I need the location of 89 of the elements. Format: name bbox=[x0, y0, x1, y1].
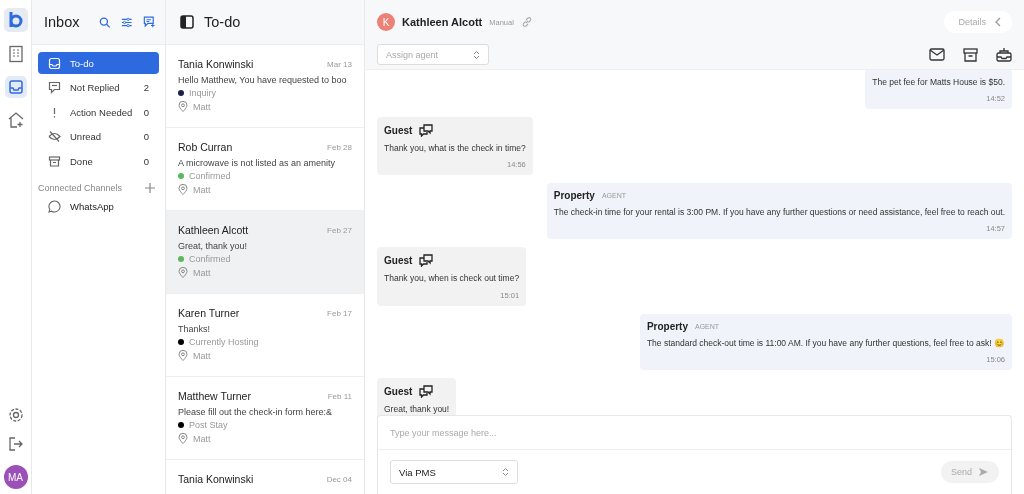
booking-status: Confirmed bbox=[189, 171, 231, 181]
message-text: The standard check-out time is 11:00 AM. If you have any further questions, feel free to ask! 😊 bbox=[646, 336, 1005, 350]
location-pin-icon bbox=[178, 433, 188, 444]
message-text: Great, thank you! bbox=[384, 402, 450, 416]
message-preview: Hello Matthew, You have requested to boo bbox=[178, 75, 348, 85]
message-input[interactable]: Type your message here... bbox=[378, 416, 1011, 449]
guest-name: Kathleen Alcott bbox=[178, 224, 249, 236]
guest-name: Matthew Turner bbox=[178, 390, 251, 402]
list-title: To-do bbox=[204, 14, 241, 30]
conversation-date: Mar 13 bbox=[327, 59, 352, 69]
booking-status: Inquiry bbox=[189, 88, 216, 98]
chevron-left-icon bbox=[994, 17, 1002, 27]
agent-name: Matt bbox=[193, 433, 211, 444]
message-text: The pet fee for Matts House is $50. bbox=[872, 75, 1005, 89]
chat-bubbles-icon bbox=[419, 124, 434, 138]
inbox-icon bbox=[48, 56, 61, 70]
house-plus-icon[interactable] bbox=[6, 111, 25, 129]
archive-icon bbox=[48, 154, 61, 168]
building-icon[interactable] bbox=[7, 45, 24, 63]
sender-name: Guest bbox=[384, 125, 413, 137]
inbox-icon[interactable] bbox=[4, 76, 27, 98]
message-text: The check-in time for your rental is 3:00 PM. If you have any further questions or need assistance, feel free to reach out. bbox=[553, 206, 1005, 220]
sender-name: Property bbox=[646, 320, 688, 332]
channel-item[interactable]: WhatsApp bbox=[32, 193, 165, 220]
contact-name: Kathleen Alcott bbox=[402, 16, 483, 28]
conversation-date: Dec 04 bbox=[326, 474, 352, 484]
chat-bubbles-icon bbox=[419, 254, 434, 268]
mail-icon[interactable] bbox=[929, 48, 945, 61]
booking-status: Post Stay bbox=[189, 420, 228, 430]
tray-icon[interactable] bbox=[996, 47, 1012, 62]
contact-avatar: K bbox=[377, 13, 395, 31]
logo-icon[interactable] bbox=[3, 8, 28, 32]
folder-item[interactable]: Action Needed 0 bbox=[38, 101, 159, 123]
booking-status: Currently Hosting bbox=[189, 337, 259, 347]
archive-icon[interactable] bbox=[963, 47, 978, 62]
booking-status: Confirmed bbox=[189, 254, 231, 264]
agent-name: Matt bbox=[193, 101, 211, 112]
guest-name: Rob Curran bbox=[178, 141, 233, 153]
agent-name: Matt bbox=[193, 350, 211, 361]
sender-name: Guest bbox=[384, 255, 413, 267]
conversation-date: Feb 17 bbox=[327, 308, 352, 318]
section-heading: Connected Channels bbox=[38, 183, 123, 193]
message-text: Thank you, when is check out time? bbox=[384, 272, 520, 286]
search-icon[interactable] bbox=[99, 15, 112, 29]
user-avatar[interactable]: MA bbox=[3, 465, 28, 489]
conversation-item[interactable]: Tania Konwinski Mar 13 Hello Matthew, You have requested to boo Inquiry Matt bbox=[166, 45, 364, 128]
location-pin-icon bbox=[178, 184, 188, 195]
location-pin-icon bbox=[178, 267, 188, 278]
settings-icon[interactable] bbox=[7, 407, 24, 423]
filter-icon[interactable] bbox=[121, 15, 133, 29]
folder-item[interactable]: To-do bbox=[38, 52, 159, 74]
message-preview: A microwave is not listed as an amenity bbox=[178, 158, 337, 168]
conversation-item[interactable]: Kathleen Alcott Feb 27 Great, thank you! Confirmed Matt bbox=[166, 211, 364, 294]
message-text: Thank you, what is the check in time? bbox=[384, 142, 526, 156]
chat-icon bbox=[48, 81, 61, 94]
new-message-icon[interactable] bbox=[142, 15, 155, 29]
folder-item[interactable]: Done 0 bbox=[38, 150, 159, 172]
message-preview: Great, thank you! bbox=[178, 241, 249, 251]
folder-item[interactable]: Not Replied 2 bbox=[38, 76, 159, 99]
sender-name: Property bbox=[553, 190, 595, 202]
conversation-item[interactable]: Karen Turner Feb 17 Thanks! Currently Hosting Matt bbox=[166, 294, 364, 377]
add-icon[interactable] bbox=[145, 183, 155, 193]
folder-item[interactable]: Unread 0 bbox=[38, 125, 159, 148]
guest-name: Tania Konwinski bbox=[178, 473, 254, 485]
inbox-title: Inbox bbox=[44, 14, 80, 30]
conversation-item[interactable]: Tania Konwinski Dec 04 bbox=[166, 460, 364, 494]
guest-name: Tania Konwinski bbox=[178, 58, 254, 70]
eye-off-icon bbox=[48, 130, 61, 143]
whatsapp-icon bbox=[48, 200, 61, 213]
agent-name: Matt bbox=[193, 267, 211, 278]
sort-caret-icon bbox=[473, 49, 480, 60]
chat-bubbles-icon bbox=[419, 384, 434, 398]
message-composer[interactable]: Type your message here... Via PMS Send bbox=[377, 415, 1012, 494]
logout-icon[interactable] bbox=[7, 436, 24, 452]
conversation-date: Feb 11 bbox=[327, 391, 352, 401]
sidebar-toggle-icon[interactable] bbox=[180, 15, 194, 29]
location-pin-icon bbox=[178, 101, 188, 112]
guest-name: Karen Turner bbox=[178, 307, 240, 319]
conversation-date: Feb 27 bbox=[327, 225, 352, 235]
message-preview: Please fill out the check-in form here:& bbox=[178, 407, 334, 417]
conversation-item[interactable]: Matthew Turner Feb 11 Please fill out the check-in form here:& Post Stay Matt bbox=[166, 377, 364, 460]
send-icon bbox=[978, 467, 989, 477]
conversation-date: Feb 28 bbox=[327, 142, 352, 152]
message-preview: Thanks! bbox=[178, 324, 211, 334]
agent-name: Matt bbox=[193, 184, 211, 195]
sort-caret-icon bbox=[502, 467, 509, 477]
channel-select[interactable]: Via PMS bbox=[390, 460, 518, 484]
location-pin-icon bbox=[178, 350, 188, 361]
sender-name: Guest bbox=[384, 385, 413, 397]
